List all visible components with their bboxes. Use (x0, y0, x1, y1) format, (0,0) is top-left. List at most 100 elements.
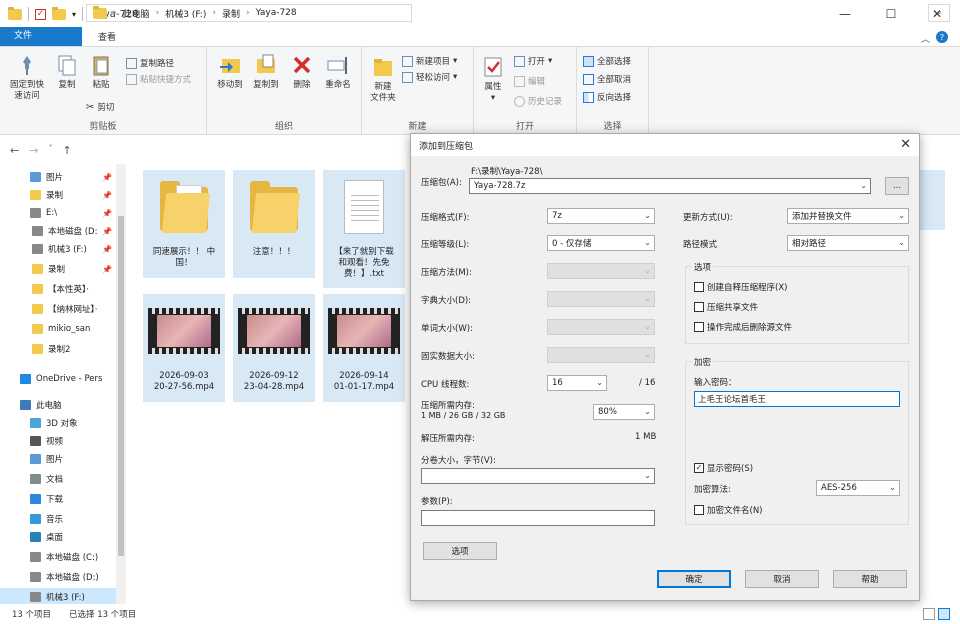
checkbox[interactable] (694, 282, 704, 292)
chevron-up-icon[interactable]: ︿ (921, 32, 930, 45)
sidebar-item[interactable]: 3D 对象 (0, 414, 126, 432)
move-to-button[interactable]: 移动到 (213, 53, 247, 91)
cut-button[interactable]: ✂ 剪切 (86, 101, 114, 114)
properties-quick-icon[interactable]: ✓ (35, 8, 46, 20)
options-button[interactable]: 选项 (423, 542, 497, 560)
parameters-input[interactable] (421, 510, 655, 526)
split-volume-combo[interactable]: ⌄ (421, 468, 655, 484)
nav-scrollbar[interactable] (116, 164, 126, 604)
path-mode-select[interactable]: 相对路径 ⌄ (787, 235, 909, 251)
checkbox[interactable] (694, 322, 704, 332)
paste-button[interactable]: 粘贴 (86, 53, 116, 91)
archive-name-combo[interactable]: Yaya-728.7z ⌄ (469, 178, 871, 194)
sidebar-item[interactable]: 音乐 (0, 510, 126, 528)
sidebar-item[interactable]: 机械3 (F:) (0, 588, 126, 604)
new-folder-quick-icon[interactable] (52, 6, 66, 20)
close-icon[interactable]: ✕ (900, 137, 911, 152)
chevron-down-icon[interactable]: ⌄ (860, 181, 867, 190)
help-button[interactable]: 帮助 (833, 570, 907, 588)
back-arrow-icon[interactable]: ← (10, 144, 19, 157)
sidebar-item[interactable]: 图片 (0, 450, 126, 468)
sidebar-item[interactable]: 【纳林网址】· (0, 300, 126, 318)
pin-icon[interactable]: 📌 (102, 173, 112, 182)
breadcrumb-drive[interactable]: 机械3 (F:) (165, 7, 206, 20)
file-item[interactable]: 2026-09-14 01-01-17.mp4 (323, 294, 405, 402)
sidebar-item[interactable]: 录制2 (0, 340, 126, 358)
forward-arrow-icon[interactable]: → (29, 144, 38, 157)
tab-view[interactable]: 查看 (86, 27, 128, 46)
tab-file[interactable]: 文件 (0, 27, 82, 46)
select-all-button[interactable]: 全部选择 (583, 55, 631, 67)
sidebar-item[interactable]: 桌面 (0, 528, 126, 546)
checkbox[interactable] (694, 505, 704, 515)
format-select[interactable]: 7z ⌄ (547, 208, 655, 224)
minimize-icon[interactable]: — (822, 0, 868, 28)
recent-chevron-icon[interactable]: ˅ (48, 144, 52, 157)
sidebar-item[interactable]: 本地磁盘 (D: 📌 (0, 222, 126, 240)
file-item[interactable]: 注意！！！ (233, 170, 315, 278)
invert-selection-button[interactable]: 反向选择 (583, 91, 631, 103)
memory-usage-select[interactable]: 80% ⌄ (593, 404, 655, 420)
breadcrumb-current[interactable]: Yaya-728 (256, 8, 297, 18)
rename-button[interactable]: 重命名 (321, 53, 355, 91)
sidebar-item[interactable]: 下载 (0, 490, 126, 508)
file-item[interactable]: 同速展示！！ 中 国！ (143, 170, 225, 278)
show-password-checkbox[interactable]: ✓ 显示密码(S) (694, 462, 753, 474)
paste-shortcut-button[interactable]: 粘贴快捷方式 (126, 73, 191, 85)
sidebar-item[interactable]: 录制 📌 (0, 260, 126, 278)
copy-button[interactable]: 复制 (52, 53, 82, 91)
new-item-button[interactable]: 新建项目 ▾ (402, 55, 457, 67)
pin-icon[interactable]: 📌 (102, 265, 112, 274)
search-icon[interactable]: ⌕ (928, 4, 950, 22)
copy-path-button[interactable]: 复制路径 (126, 57, 174, 69)
copy-to-button[interactable]: 复制到 (249, 53, 283, 91)
password-input[interactable]: 上毛王论坛首毛王 (694, 391, 900, 407)
checkbox-checked[interactable]: ✓ (694, 463, 704, 473)
maximize-icon[interactable]: ☐ (868, 0, 914, 28)
file-item[interactable]: 2026-09-03 20-27-56.mp4 (143, 294, 225, 402)
properties-button[interactable]: 属性 ▾ (478, 55, 508, 104)
sidebar-item[interactable]: 机械3 (F:) 📌 (0, 240, 126, 258)
file-item[interactable]: 【来了就别下载 和观看！先免 费！】.txt (323, 170, 405, 288)
chevron-down-icon[interactable]: ⌄ (644, 471, 651, 480)
sidebar-item[interactable]: 文档 (0, 470, 126, 488)
create-sfx-checkbox[interactable]: 创建自释压缩程序(X) (694, 281, 787, 293)
file-item[interactable]: 2026-09-12 23-04-28.mp4 (233, 294, 315, 402)
encryption-method-select[interactable]: AES-256 ⌄ (816, 480, 900, 496)
delete-button[interactable]: 删除 (287, 53, 317, 91)
cancel-button[interactable]: 取消 (745, 570, 819, 588)
pin-quick-access-button[interactable]: 固定到快 速访问 (6, 53, 48, 102)
sidebar-item[interactable]: mikio_san (0, 320, 126, 338)
pin-icon[interactable]: 📌 (102, 227, 112, 236)
edit-button[interactable]: 编辑 (514, 75, 545, 87)
level-select[interactable]: 0 - 仅存储 ⌄ (547, 235, 655, 251)
history-button[interactable]: 历史记录 (514, 95, 562, 107)
scrollbar-thumb[interactable] (118, 216, 124, 556)
sidebar-item[interactable]: 视频 (0, 432, 126, 450)
sidebar-item[interactable]: 此电脑 (0, 396, 126, 414)
details-view-icon[interactable] (923, 608, 935, 620)
browse-button[interactable]: ... (885, 177, 909, 195)
pin-icon[interactable]: 📌 (102, 191, 112, 200)
pin-icon[interactable]: 📌 (102, 209, 112, 218)
cpu-threads-select[interactable]: 16 ⌄ (547, 375, 607, 391)
sidebar-item[interactable]: 录制 📌 (0, 186, 126, 204)
pin-icon[interactable]: 📌 (102, 245, 112, 254)
select-none-button[interactable]: 全部取消 (583, 73, 631, 85)
delete-after-checkbox[interactable]: 操作完成后删除源文件 (694, 321, 792, 333)
ok-button[interactable]: 确定 (657, 570, 731, 588)
sidebar-item[interactable]: 图片 📌 (0, 168, 126, 186)
checkbox[interactable] (694, 302, 704, 312)
up-arrow-icon[interactable]: ↑ (62, 144, 71, 157)
help-icon[interactable]: ? (936, 31, 948, 43)
compress-shared-checkbox[interactable]: 压缩共享文件 (694, 301, 758, 313)
breadcrumb-this-pc[interactable]: 此电脑 (123, 7, 150, 20)
update-mode-select[interactable]: 添加并替换文件 ⌄ (787, 208, 909, 224)
breadcrumb-record[interactable]: 录制 (222, 7, 240, 20)
address-bar[interactable]: › 此电脑 › 机械3 (F:) › 录制 › Yaya-728 (86, 4, 412, 22)
chevron-down-icon[interactable]: ▾ (72, 10, 76, 19)
sidebar-item[interactable]: 本地磁盘 (C:) (0, 548, 126, 566)
large-icons-view-icon[interactable] (938, 608, 950, 620)
sidebar-item[interactable]: E:\ 📌 (0, 204, 126, 222)
encrypt-names-checkbox[interactable]: 加密文件名(N) (694, 504, 763, 516)
